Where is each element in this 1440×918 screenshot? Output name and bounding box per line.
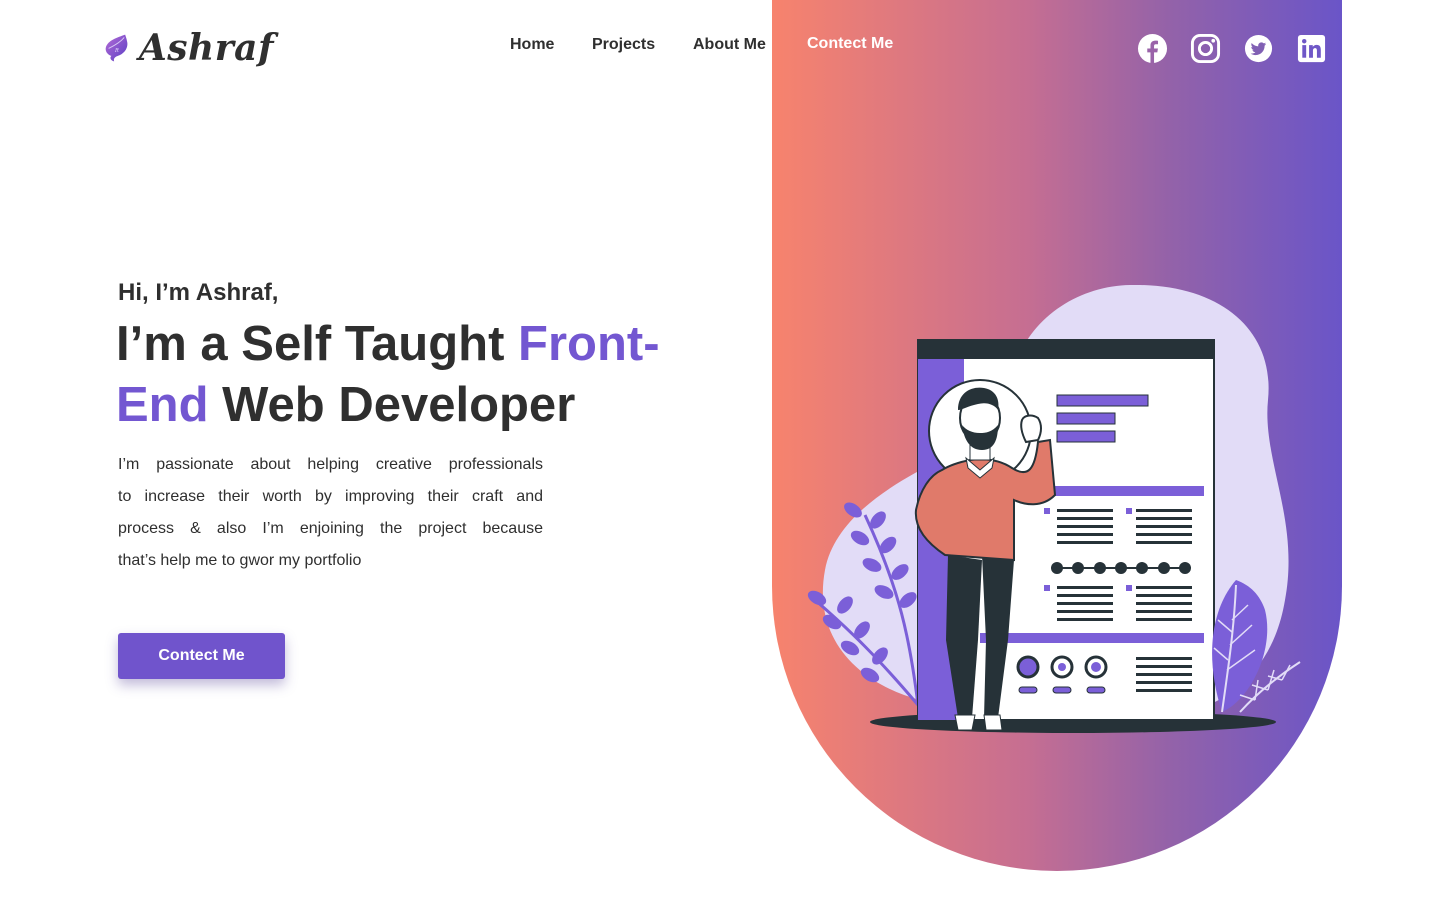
instagram-icon (1190, 33, 1220, 63)
twitter-icon (1244, 34, 1272, 62)
nav-projects[interactable]: Projects (592, 36, 655, 54)
nav-contact[interactable]: Contect Me (807, 35, 893, 53)
hero-headline: I’m a Self Taught Front-End Web Develope… (116, 314, 716, 436)
twitter-link[interactable] (1242, 32, 1274, 64)
nav-about[interactable]: About Me (693, 36, 766, 54)
instagram-link[interactable] (1189, 32, 1221, 64)
developer-illustration (807, 284, 1301, 733)
contact-me-button[interactable]: Contect Me (118, 633, 285, 679)
hero-description: I’m passionate about helping creative pr… (118, 449, 543, 577)
description-line: that’s help me to gwor my portfolio (118, 552, 362, 569)
linkedin-icon (1297, 34, 1325, 62)
hero-greeting: Hi, I’m Ashraf, (118, 279, 279, 306)
nav-home[interactable]: Home (510, 36, 554, 54)
plant-right (1212, 580, 1301, 713)
facebook-link[interactable] (1136, 32, 1168, 64)
brand-logo[interactable]: R Ashraf (104, 16, 274, 80)
headline-part-2: Web Developer (208, 378, 576, 432)
description-line: process & also I’m enjoining the project… (118, 520, 543, 537)
svg-text:R: R (114, 48, 119, 54)
feather-logo-icon: R (105, 34, 128, 62)
headline-part-1: I’m a Self Taught (116, 317, 519, 371)
facebook-icon (1137, 33, 1167, 63)
description-line: I’m passionate about helping creative pr… (118, 456, 543, 473)
brand-name: Ashraf (138, 27, 274, 69)
description-line: to increase their worth by improving the… (118, 488, 543, 505)
linkedin-link[interactable] (1295, 32, 1327, 64)
